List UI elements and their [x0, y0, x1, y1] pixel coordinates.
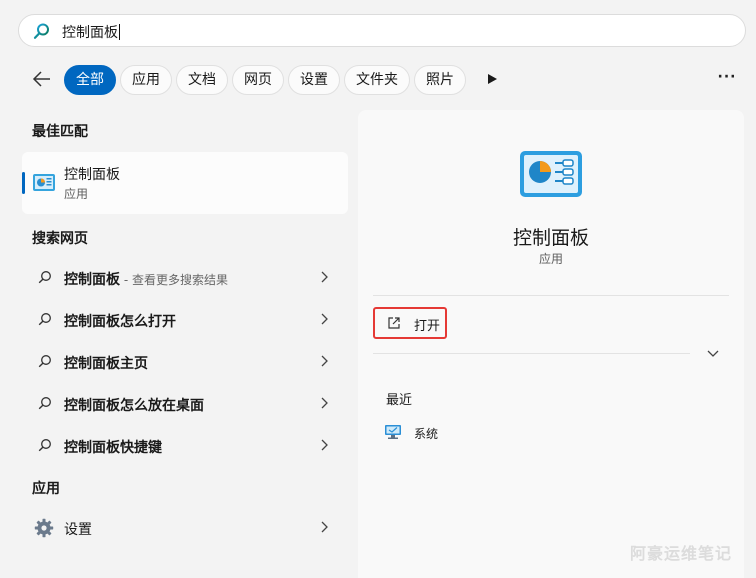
- recent-item-label: 系统: [414, 427, 439, 441]
- best-match-title: 控制面板: [64, 167, 120, 183]
- best-match-subtitle: 应用: [64, 187, 89, 201]
- preview-subtitle: 应用: [538, 252, 563, 266]
- tab-all[interactable]: 全部: [64, 65, 116, 95]
- gear-icon: [34, 518, 54, 538]
- web-result-label: 控制面板怎么打开: [64, 314, 176, 330]
- chevron-right-icon: [321, 439, 328, 451]
- search-box[interactable]: 控制面板: [18, 14, 746, 47]
- recent-heading: 最近: [386, 393, 413, 408]
- control-panel-icon: [33, 174, 55, 191]
- best-match-item[interactable]: 控制面板 应用: [22, 152, 348, 214]
- search-icon: [38, 439, 51, 452]
- web-result-row[interactable]: 控制面板怎么放在桌面: [22, 384, 348, 424]
- web-result-label: 控制面板快捷键: [64, 440, 162, 456]
- web-result-row[interactable]: 控制面板主页: [22, 342, 348, 382]
- play-icon[interactable]: [486, 73, 498, 85]
- web-result-label: 控制面板 - 查看更多搜索结果: [64, 272, 228, 288]
- chevron-down-icon[interactable]: [707, 350, 719, 358]
- search-icon: [38, 355, 51, 368]
- more-options-button[interactable]: ···: [716, 70, 738, 88]
- preview-pane: 控制面板 应用 打开 最近 系统: [358, 110, 744, 578]
- web-result-label: 控制面板怎么放在桌面: [64, 398, 204, 414]
- divider: [373, 353, 690, 354]
- web-result-row[interactable]: 控制面板快捷键: [22, 426, 348, 466]
- web-result-row[interactable]: 控制面板 - 查看更多搜索结果: [22, 258, 348, 298]
- chevron-right-icon: [321, 355, 328, 367]
- search-icon: [38, 397, 51, 410]
- best-match-heading: 最佳匹配: [32, 124, 88, 140]
- system-monitor-icon: [385, 425, 401, 439]
- chevron-right-icon: [321, 397, 328, 409]
- filter-bar: 全部 应用 文档 网页 设置 文件夹 照片 ···: [0, 62, 756, 96]
- watermark: 阿豪运维笔记: [630, 544, 733, 563]
- divider: [373, 295, 729, 296]
- recent-item[interactable]: 系统: [384, 422, 584, 446]
- open-external-icon: [388, 317, 400, 329]
- tab-folders[interactable]: 文件夹: [344, 65, 410, 95]
- tab-photos[interactable]: 照片: [414, 65, 466, 95]
- web-search-heading: 搜索网页: [32, 231, 88, 247]
- search-input[interactable]: 控制面板: [62, 22, 120, 42]
- tab-web[interactable]: 网页: [232, 65, 284, 95]
- chevron-right-icon: [321, 521, 328, 533]
- app-result-label: 设置: [64, 522, 92, 538]
- web-result-label: 控制面板主页: [64, 356, 148, 372]
- web-result-row[interactable]: 控制面板怎么打开: [22, 300, 348, 340]
- open-button[interactable]: 打开: [373, 307, 447, 339]
- tab-documents[interactable]: 文档: [176, 65, 228, 95]
- search-icon: [38, 271, 51, 284]
- apps-heading: 应用: [32, 481, 60, 497]
- selection-indicator: [22, 172, 25, 194]
- control-panel-icon: [520, 151, 582, 197]
- back-arrow-icon[interactable]: [32, 70, 52, 88]
- chevron-right-icon: [321, 271, 328, 283]
- search-icon: [38, 313, 51, 326]
- tab-settings[interactable]: 设置: [288, 65, 340, 95]
- search-icon: [33, 23, 49, 39]
- tab-apps[interactable]: 应用: [120, 65, 172, 95]
- text-caret: [119, 24, 120, 40]
- chevron-right-icon: [321, 313, 328, 325]
- preview-title: 控制面板: [512, 227, 589, 249]
- app-result-row[interactable]: 设置: [22, 508, 348, 548]
- open-button-label: 打开: [414, 319, 441, 334]
